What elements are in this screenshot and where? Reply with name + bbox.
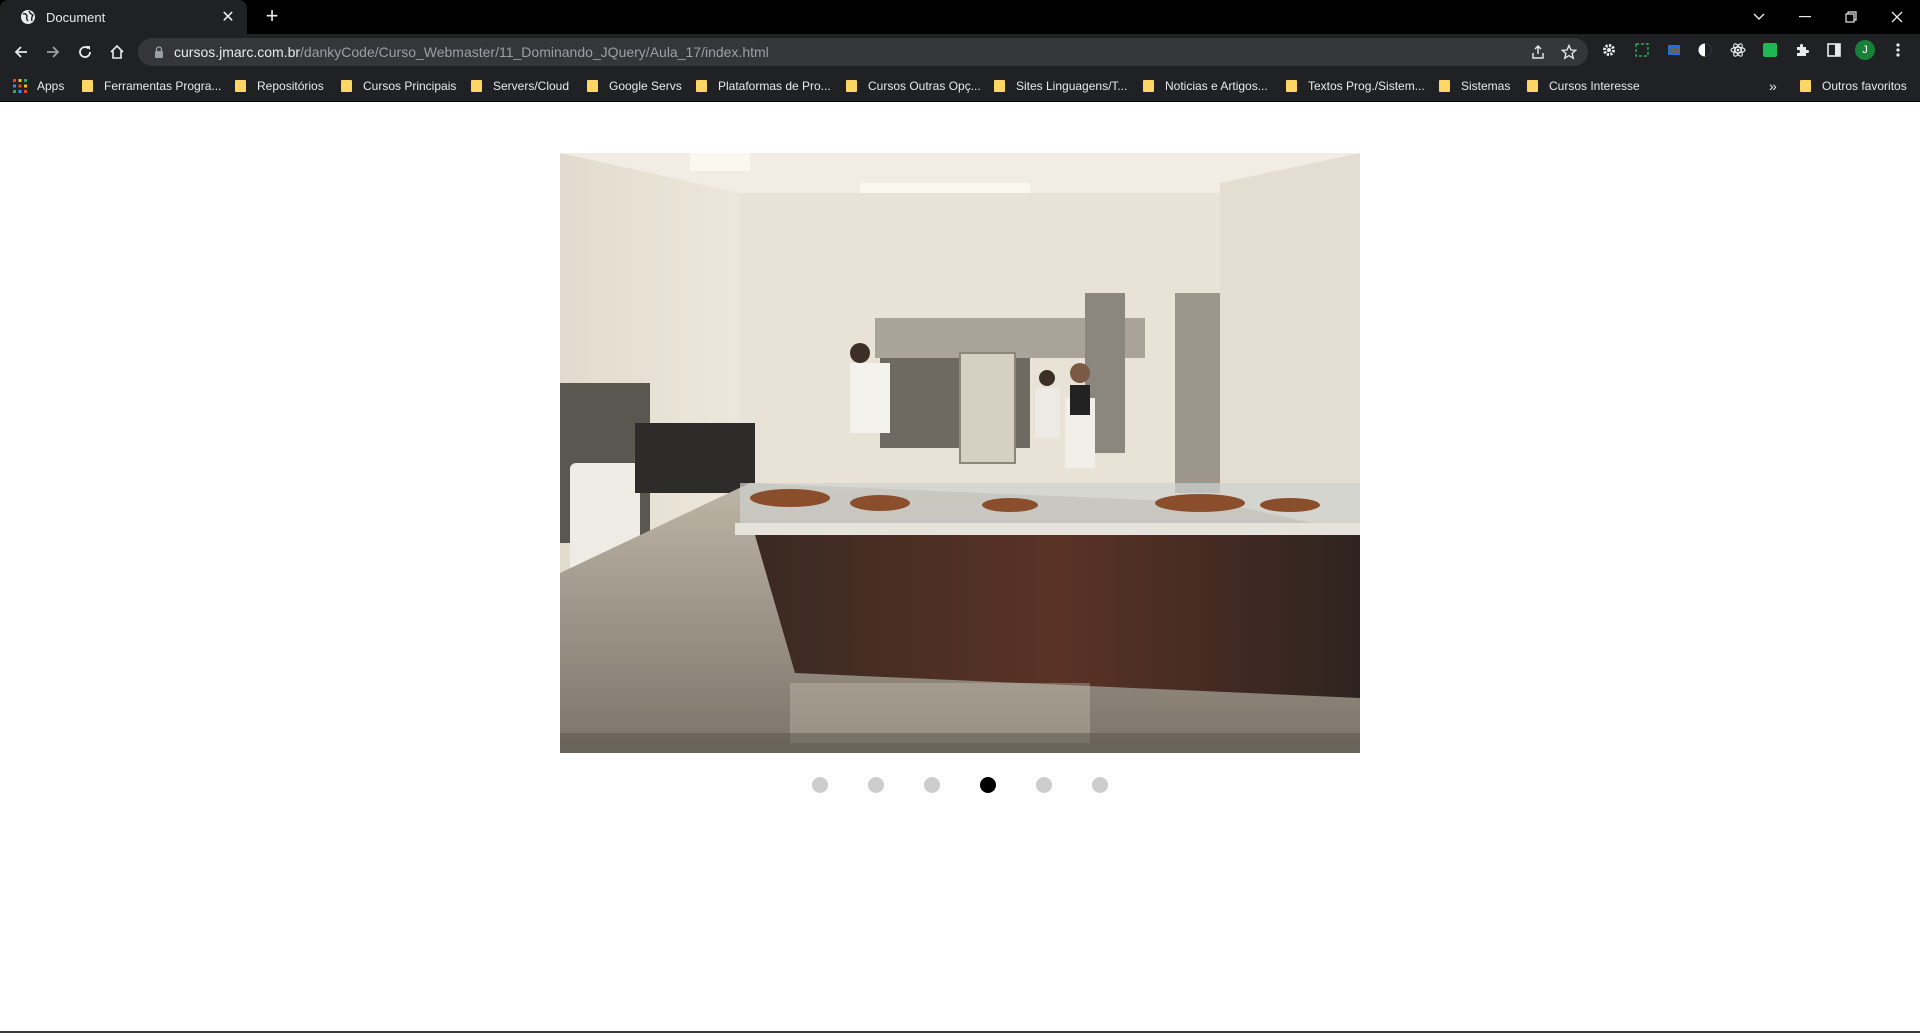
slider-dot[interactable] bbox=[924, 777, 940, 793]
folder-icon bbox=[1143, 80, 1154, 92]
bookmark-apps[interactable]: Apps bbox=[13, 76, 64, 96]
address-bar[interactable]: cursos.jmarc.com.br/dankyCode/Curso_Webm… bbox=[138, 38, 1588, 66]
bookmark-label: Google Servs bbox=[609, 79, 682, 93]
slider-dots bbox=[0, 777, 1920, 797]
folder-icon bbox=[235, 80, 246, 92]
bookmark-folder[interactable]: Servers/Cloud bbox=[471, 76, 569, 96]
slider-dot[interactable] bbox=[1036, 777, 1052, 793]
bookmark-label: Noticias e Artigos... bbox=[1165, 79, 1268, 93]
bookmark-label: Servers/Cloud bbox=[493, 79, 570, 93]
url-host: cursos.jmarc.com.br bbox=[174, 44, 301, 60]
more-menu-icon[interactable] bbox=[1888, 40, 1908, 60]
bookmark-folder[interactable]: Textos Prog./Sistem... bbox=[1286, 76, 1425, 96]
lock-icon[interactable] bbox=[152, 45, 166, 59]
dark-mode-extension-icon[interactable] bbox=[1695, 40, 1715, 60]
bookmark-label: Cursos Principais bbox=[363, 79, 457, 93]
slider-dot[interactable] bbox=[868, 777, 884, 793]
bookmark-folder[interactable]: Ferramentas Progra... bbox=[82, 76, 221, 96]
bookmark-label: Cursos Interesse bbox=[1549, 79, 1640, 93]
slider-dot[interactable] bbox=[812, 777, 828, 793]
page-content bbox=[0, 103, 1920, 1033]
folder-icon bbox=[1286, 80, 1297, 92]
folder-icon bbox=[471, 80, 482, 92]
avatar[interactable]: J bbox=[1855, 40, 1875, 60]
puzzle-extensions-icon[interactable] bbox=[1792, 40, 1812, 60]
folder-icon bbox=[82, 80, 93, 92]
url-text[interactable]: cursos.jmarc.com.br/dankyCode/Curso_Webm… bbox=[174, 44, 769, 60]
avatar-initial: J bbox=[1855, 40, 1875, 60]
star-icon[interactable] bbox=[1559, 42, 1579, 62]
tab-document[interactable]: Document ✕ bbox=[0, 0, 247, 34]
home-icon[interactable] bbox=[105, 40, 129, 64]
url-path: /dankyCode/Curso_Webmaster/11_Dominando_… bbox=[300, 44, 769, 60]
react-extension-icon[interactable] bbox=[1728, 40, 1748, 60]
folder-icon bbox=[587, 80, 598, 92]
bookmark-label: Sites Linguagens/T... bbox=[1016, 79, 1128, 93]
globe-icon bbox=[21, 10, 35, 24]
folder-icon bbox=[696, 80, 707, 92]
bookmark-folder[interactable]: Plataformas de Pro... bbox=[696, 76, 831, 96]
bookmark-label: Plataformas de Pro... bbox=[718, 79, 831, 93]
tab-title: Document bbox=[46, 9, 106, 25]
green-square-extension-icon[interactable] bbox=[1760, 40, 1780, 60]
browser-window: Document ✕ + cursos.jmarc.com.br/dankyCo… bbox=[0, 0, 1920, 1033]
bookmark-folder[interactable]: Sistemas bbox=[1439, 76, 1510, 96]
arrow-right-icon[interactable] bbox=[41, 40, 65, 64]
window-extension-icon[interactable] bbox=[1664, 40, 1684, 60]
bookmark-other-favorites[interactable]: Outros favoritos bbox=[1800, 76, 1907, 96]
folder-icon bbox=[846, 80, 857, 92]
bookmark-label: Sistemas bbox=[1461, 79, 1511, 93]
bookmark-folder[interactable]: Google Servs bbox=[587, 76, 682, 96]
bookmark-folder[interactable]: Sites Linguagens/T... bbox=[994, 76, 1127, 96]
close-icon[interactable] bbox=[1874, 0, 1920, 34]
share-icon[interactable] bbox=[1528, 42, 1548, 62]
side-panel-icon[interactable] bbox=[1824, 40, 1844, 60]
chevron-down-icon[interactable] bbox=[1736, 0, 1782, 34]
bookmarks-overflow-button[interactable]: » bbox=[1769, 76, 1777, 96]
bookmark-label: Outros favoritos bbox=[1822, 79, 1907, 93]
overflow-chevron-icon: » bbox=[1769, 78, 1777, 94]
minimize-icon[interactable] bbox=[1782, 0, 1828, 34]
bookmark-folder[interactable]: Cursos Outras Opç... bbox=[846, 76, 981, 96]
folder-icon bbox=[341, 80, 352, 92]
bookmark-folder[interactable]: Cursos Principais bbox=[341, 76, 456, 96]
bookmark-label: Textos Prog./Sistem... bbox=[1308, 79, 1425, 93]
slider-dot[interactable] bbox=[980, 777, 996, 793]
bookmark-folder[interactable]: Cursos Interesse bbox=[1527, 76, 1640, 96]
folder-icon bbox=[994, 80, 1005, 92]
bookmark-label: Cursos Outras Opç... bbox=[868, 79, 981, 93]
folder-icon bbox=[1800, 80, 1811, 92]
folder-icon bbox=[1527, 80, 1538, 92]
bookmarks-bar: Apps Ferramentas Progra... Repositórios … bbox=[0, 70, 1920, 102]
close-icon[interactable]: ✕ bbox=[219, 7, 237, 27]
bookmark-folder[interactable]: Repositórios bbox=[235, 76, 324, 96]
screenshot-extension-icon[interactable] bbox=[1632, 40, 1652, 60]
slider-image bbox=[560, 153, 1360, 753]
slider-dot[interactable] bbox=[1092, 777, 1108, 793]
bookmark-label: Ferramentas Progra... bbox=[104, 79, 222, 93]
folder-icon bbox=[1439, 80, 1450, 92]
plus-icon[interactable]: + bbox=[260, 5, 284, 29]
tab-strip: Document ✕ + bbox=[0, 0, 1920, 34]
bookmark-label: Apps bbox=[37, 79, 65, 93]
restore-icon[interactable] bbox=[1828, 0, 1874, 34]
gear-extension-icon[interactable] bbox=[1599, 40, 1619, 60]
bakery-kitchen-photo bbox=[560, 153, 1360, 753]
apps-grid-icon bbox=[13, 79, 27, 93]
bookmark-folder[interactable]: Noticias e Artigos... bbox=[1143, 76, 1268, 96]
bookmark-label: Repositórios bbox=[257, 79, 324, 93]
arrow-left-icon[interactable] bbox=[9, 40, 33, 64]
reload-icon[interactable] bbox=[73, 40, 97, 64]
